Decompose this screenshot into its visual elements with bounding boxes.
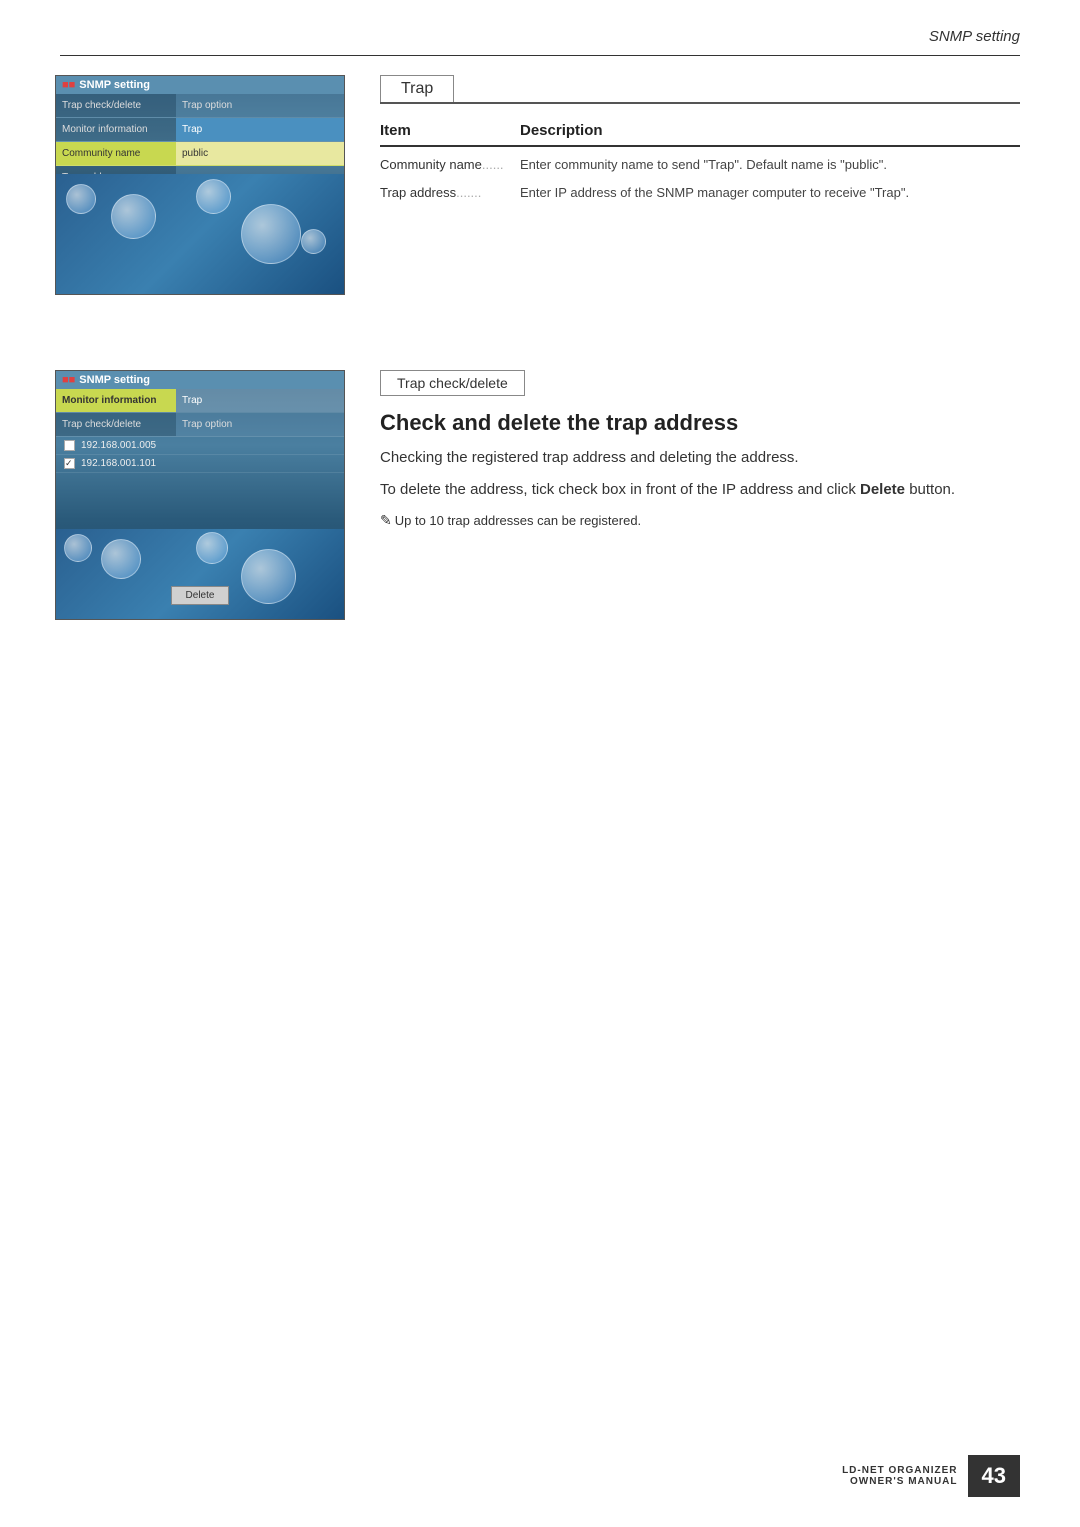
panel1-nav-row-3: Community name public <box>56 142 344 166</box>
footer-brand-line2: OWNER'S MANUAL <box>842 1476 957 1487</box>
bubble-8 <box>241 549 296 604</box>
desc-item-name-community: Community name...... <box>380 155 520 175</box>
checkbox-2[interactable] <box>64 458 75 469</box>
panel2-nav-row-1: Monitor information Trap <box>56 389 344 413</box>
panel2-titlebar: ■■ SNMP setting <box>56 371 344 389</box>
section2-body1: Checking the registered trap address and… <box>380 446 1020 470</box>
desc-item-name-trap: Trap address....... <box>380 183 520 203</box>
section2-body2-text: To delete the address, tick check box in… <box>380 481 860 498</box>
panel2-icon: ■■ <box>62 374 75 386</box>
page-number: 43 <box>968 1455 1020 1497</box>
page-title: SNMP setting <box>929 28 1020 45</box>
panel1-nav-right-3: public <box>176 142 344 165</box>
panel2-nav-left-1: Monitor information <box>56 389 176 412</box>
section1-tab: Trap <box>380 75 454 102</box>
ip-address-1: 192.168.001.005 <box>81 440 156 451</box>
panel1-title: SNMP setting <box>79 79 150 91</box>
bubble-3 <box>241 204 301 264</box>
checkbox-1[interactable] <box>64 440 75 451</box>
panel2-nav-left-2: Trap check/delete <box>56 413 176 436</box>
bubble-1 <box>111 194 156 239</box>
screenshot-panel-2: ■■ SNMP setting Monitor information Trap… <box>55 370 345 620</box>
desc-row-trap: Trap address....... Enter IP address of … <box>380 183 1020 203</box>
section2-heading: Check and delete the trap address <box>380 410 1020 436</box>
note-text: Up to 10 trap addresses can be registere… <box>395 513 641 528</box>
note-icon: ✎ <box>380 512 392 528</box>
section2-body2-end: button. <box>905 481 955 498</box>
col-item-header: Item <box>380 122 520 139</box>
panel1-titlebar: ■■ SNMP setting <box>56 76 344 94</box>
desc-row-community: Community name...... Enter community nam… <box>380 155 1020 175</box>
bubble-2 <box>66 184 96 214</box>
panel2-checkbox-row-1[interactable]: 192.168.001.005 <box>56 437 344 455</box>
panel2-title: SNMP setting <box>79 374 150 386</box>
bubble-6 <box>101 539 141 579</box>
footer-brand: LD-NET ORGANIZER OWNER'S MANUAL <box>842 1465 957 1487</box>
panel1-nav-left-3: Community name <box>56 142 176 165</box>
bubble-7 <box>64 534 92 562</box>
panel1-nav-row-1: Trap check/delete Trap option <box>56 94 344 118</box>
top-divider <box>60 55 1020 56</box>
delete-button[interactable]: Delete <box>171 586 230 605</box>
section2-body2-bold: Delete <box>860 481 905 498</box>
content-area-1: Trap Item Description Community name....… <box>380 75 1020 210</box>
bubble-4 <box>196 179 231 214</box>
panel2-nav-right-2: Trap option <box>176 413 344 436</box>
panel2-checkbox-row-2[interactable]: 192.168.001.101 <box>56 455 344 473</box>
panel1-nav-right-2: Trap <box>176 118 344 141</box>
footer-brand-line1: LD-NET ORGANIZER <box>842 1465 957 1476</box>
desc-item-text-trap: Enter IP address of the SNMP manager com… <box>520 183 1020 203</box>
bubble-5 <box>301 229 326 254</box>
panel1-nav-row-2: Monitor information Trap <box>56 118 344 142</box>
table-header: Item Description <box>380 116 1020 147</box>
bubble-9 <box>196 532 228 564</box>
ip-address-2: 192.168.001.101 <box>81 458 156 469</box>
panel2-nav-row-2: Trap check/delete Trap option <box>56 413 344 437</box>
panel1-nav-left-1: Trap check/delete <box>56 94 176 117</box>
screenshot-panel-1: ■■ SNMP setting Trap check/delete Trap o… <box>55 75 345 295</box>
panel2-nav-right-1: Trap <box>176 389 344 412</box>
panel1-nav-left-2: Monitor information <box>56 118 176 141</box>
section2-tab: Trap check/delete <box>380 370 525 396</box>
content-area-2: Trap check/delete Check and delete the t… <box>380 370 1020 531</box>
section2-body2: To delete the address, tick check box in… <box>380 478 1020 502</box>
panel2-bg: Delete <box>56 529 344 619</box>
page-footer: LD-NET ORGANIZER OWNER'S MANUAL 43 <box>842 1455 1020 1497</box>
section1-tab-border: Trap <box>380 75 1020 104</box>
panel1-icon: ■■ <box>62 79 75 91</box>
panel1-bg <box>56 174 344 294</box>
section2-note: ✎Up to 10 trap addresses can be register… <box>380 510 1020 531</box>
col-desc-header: Description <box>520 122 1020 139</box>
desc-item-text-community: Enter community name to send "Trap". Def… <box>520 155 1020 175</box>
panel1-nav-right-1: Trap option <box>176 94 344 117</box>
